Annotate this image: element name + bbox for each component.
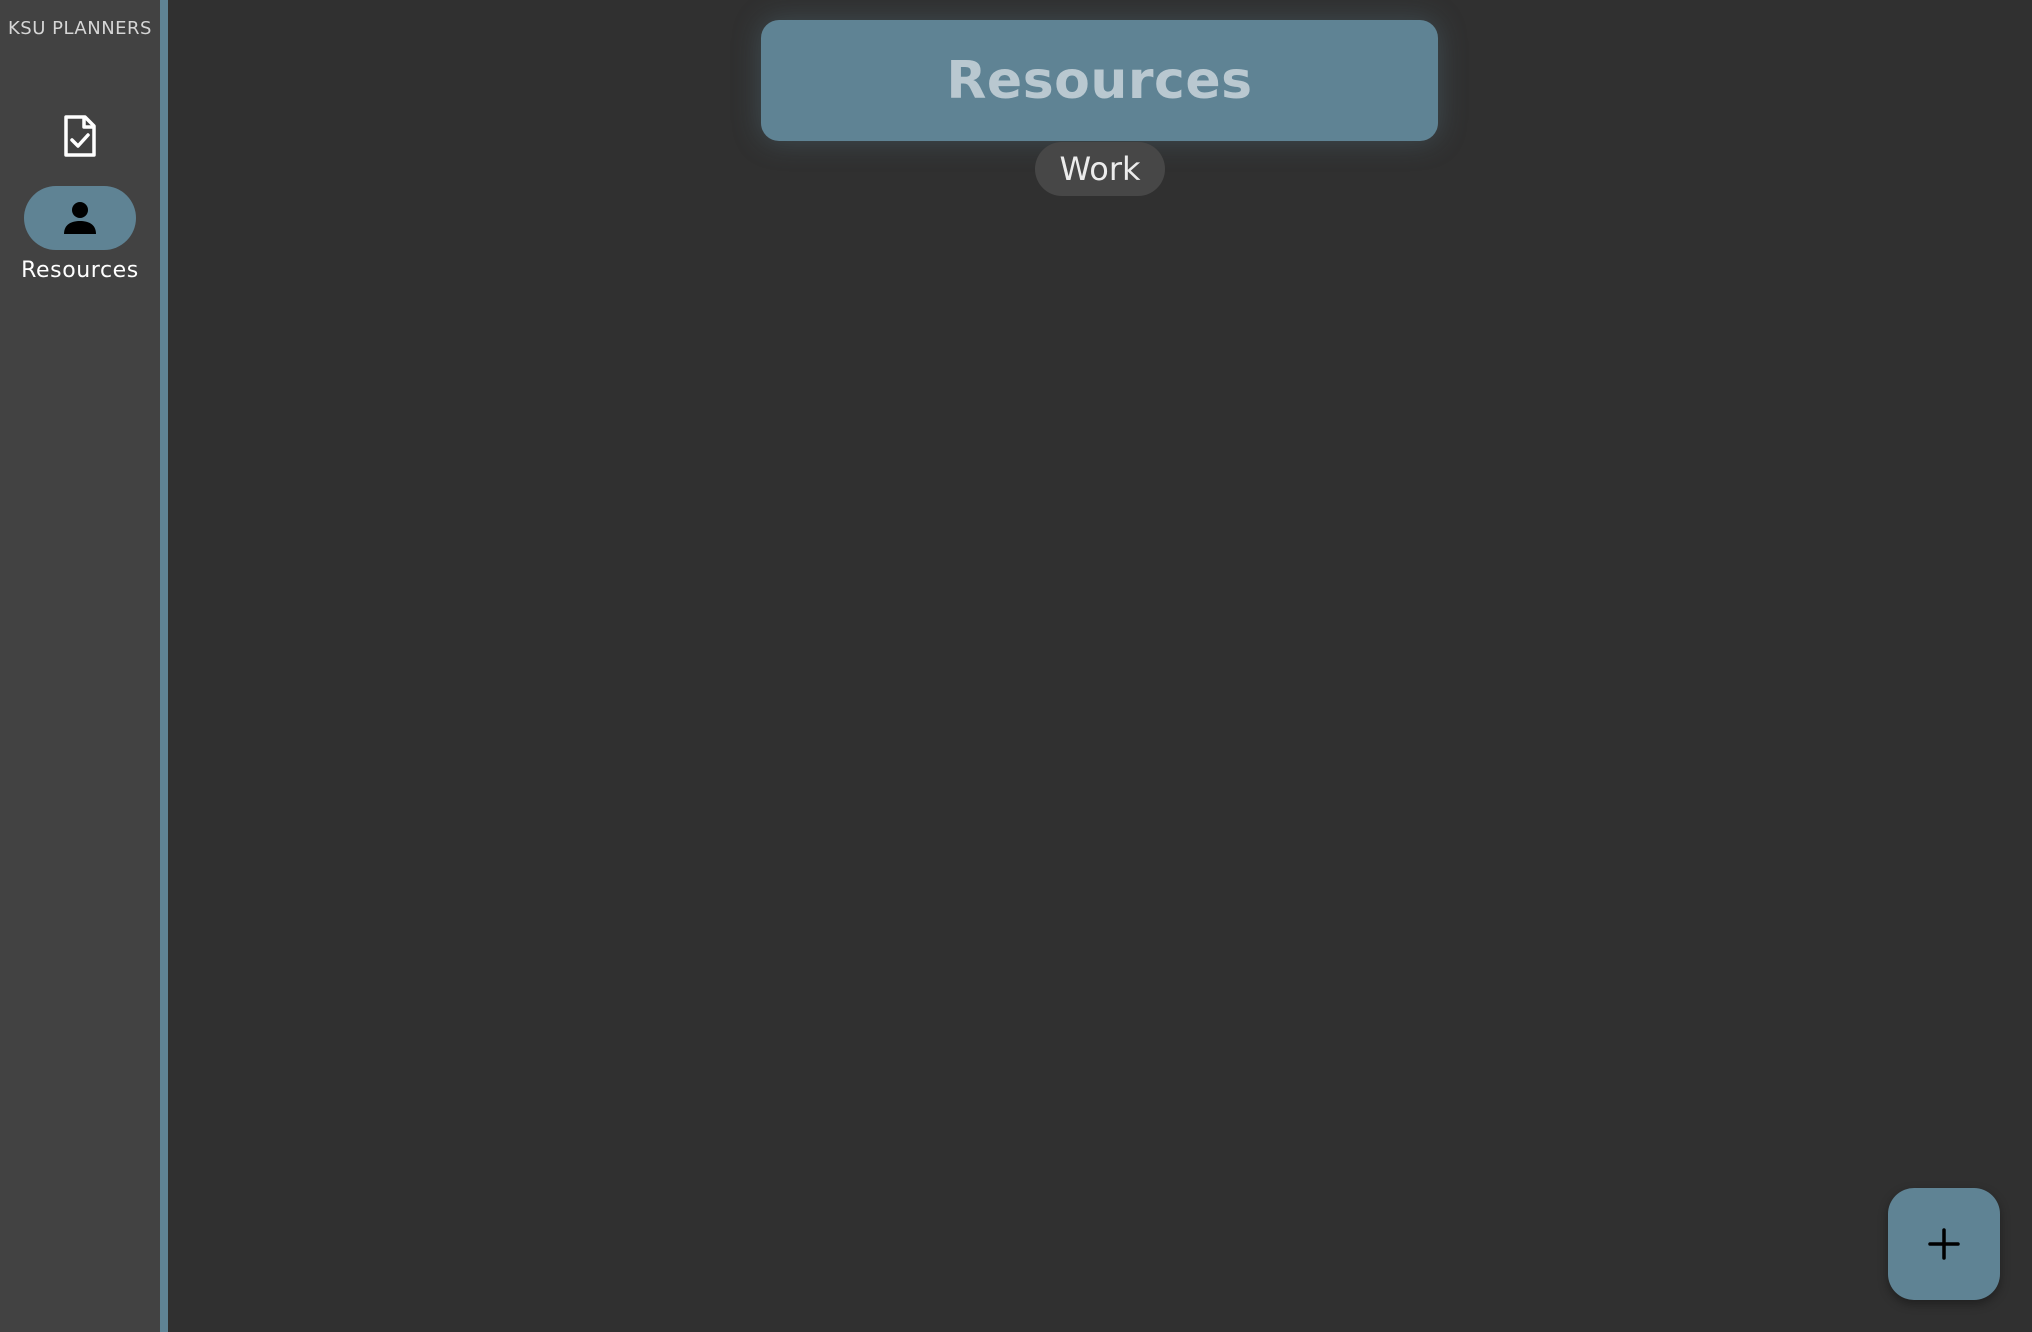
person-icon (24, 186, 136, 250)
page-title: Resources (946, 50, 1253, 111)
sidebar: KSU PLANNERS Resources (0, 0, 160, 1332)
app-window: KSU PLANNERS Resources Resources Work (0, 0, 2032, 1332)
task-document-icon (24, 104, 136, 168)
main-content: Resources Work (168, 0, 2032, 1332)
sidebar-divider (160, 0, 168, 1332)
work-chip[interactable]: Work (1035, 142, 1165, 196)
sidebar-item-label: Resources (21, 258, 139, 283)
sidebar-item-resources[interactable]: Resources (0, 186, 160, 283)
sidebar-item-tasks[interactable] (0, 104, 160, 168)
page-title-card: Resources (761, 20, 1438, 141)
add-button[interactable] (1888, 1188, 2000, 1300)
plus-icon (1928, 1228, 1960, 1260)
brand-label: KSU PLANNERS (8, 18, 152, 39)
